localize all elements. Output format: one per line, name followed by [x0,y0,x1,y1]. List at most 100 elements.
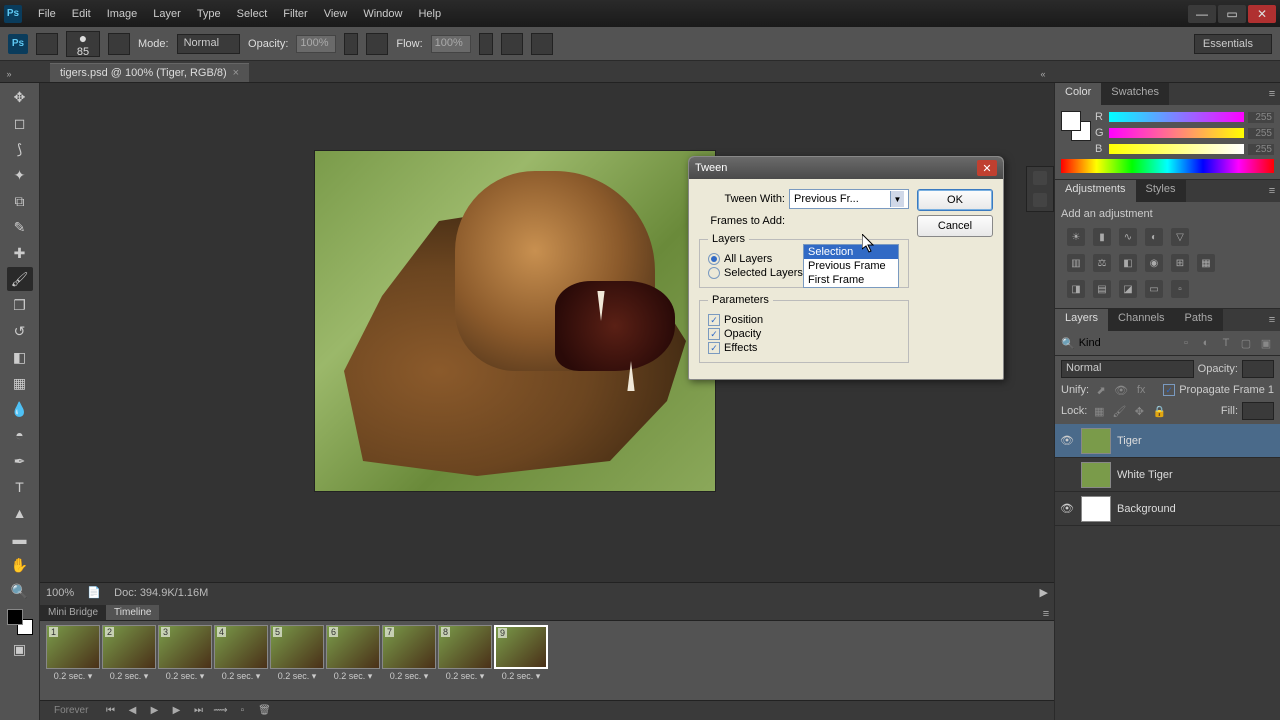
g-slider[interactable] [1109,128,1244,138]
color-panel-swatches[interactable] [1061,111,1091,141]
frame-delay[interactable]: 0.2 sec. ▾ [390,671,429,682]
flow-input[interactable]: 100% [431,35,471,53]
effects-checkbox[interactable]: ✓ [708,342,720,354]
dodge-tool[interactable]: ◓ [7,423,33,447]
menu-view[interactable]: View [316,4,356,24]
zoom-tool[interactable]: 🔍 [7,579,33,603]
foreground-color-swatch[interactable] [7,609,23,625]
collapse-right-icon[interactable]: « [1038,66,1048,82]
path-select-tool[interactable]: ▲ [7,501,33,525]
layer-opacity-input[interactable] [1242,360,1274,378]
play-button[interactable]: ▶ [146,704,162,718]
minibridge-tab[interactable]: Mini Bridge [40,605,106,620]
swatches-tab[interactable]: Swatches [1101,83,1169,105]
document-canvas[interactable] [315,151,715,491]
lock-pos-icon[interactable]: ✥ [1131,403,1147,419]
invert-icon[interactable]: ◨ [1067,280,1085,298]
levels-icon[interactable]: ▮ [1093,228,1111,246]
styles-tab[interactable]: Styles [1136,180,1186,202]
all-layers-radio[interactable] [708,253,720,265]
r-slider[interactable] [1109,112,1244,122]
unify-position-icon[interactable]: ⬈ [1093,382,1109,398]
layer-item[interactable]: 👁 Tiger [1055,424,1280,458]
blend-mode-select[interactable]: Normal [177,34,240,54]
crop-tool[interactable]: ⧉ [7,189,33,213]
properties-panel-icon[interactable] [1033,193,1047,207]
chevron-down-icon[interactable]: ▼ [890,191,904,207]
dialog-close-button[interactable]: ✕ [977,160,997,176]
menu-type[interactable]: Type [189,4,229,24]
filter-kind-select[interactable]: Kind [1079,337,1174,349]
frame-delay[interactable]: 0.2 sec. ▾ [446,671,485,682]
frame-delay[interactable]: 0.2 sec. ▾ [334,671,373,682]
frame-delay[interactable]: 0.2 sec. ▾ [278,671,317,682]
healing-tool[interactable]: ✚ [7,241,33,265]
airbrush-toggle[interactable] [501,33,523,55]
move-tool[interactable]: ✥ [7,85,33,109]
prev-frame-button[interactable]: ◀ [124,704,140,718]
photo-filter-icon[interactable]: ◉ [1145,254,1163,272]
fill-input[interactable] [1242,402,1274,420]
layer-thumbnail[interactable] [1081,462,1111,488]
timeline-frame[interactable]: 40.2 sec. ▾ [214,625,268,682]
opacity-checkbox[interactable]: ✓ [708,328,720,340]
opacity-dropdown[interactable] [344,33,358,55]
layer-item[interactable]: 👁 Background [1055,492,1280,526]
blend-mode-select[interactable]: Normal [1061,360,1194,378]
bw-icon[interactable]: ◧ [1119,254,1137,272]
shape-tool[interactable]: ▬ [7,527,33,551]
layer-item[interactable]: White Tiger [1055,458,1280,492]
visibility-toggle[interactable] [1059,467,1075,483]
layers-tab[interactable]: Layers [1055,309,1108,331]
chmix-icon[interactable]: ⊞ [1171,254,1189,272]
timeline-frame[interactable]: 50.2 sec. ▾ [270,625,324,682]
status-arrow-icon[interactable]: ▶ [1040,586,1048,599]
color-tab[interactable]: Color [1055,83,1101,105]
layer-thumbnail[interactable] [1081,496,1111,522]
timeline-panel-menu[interactable]: ≡ [1038,608,1054,620]
workspace-selector[interactable]: Essentials [1194,34,1272,54]
document-tab-close[interactable]: × [233,67,239,79]
tool-preset-button[interactable] [36,33,58,55]
stamp-tool[interactable]: ❐ [7,293,33,317]
timeline-frame[interactable]: 90.2 sec. ▾ [494,625,548,682]
curves-icon[interactable]: ∿ [1119,228,1137,246]
flow-dropdown[interactable] [479,33,493,55]
exposure-icon[interactable]: ◐ [1145,228,1163,246]
timeline-frame[interactable]: 30.2 sec. ▾ [158,625,212,682]
lock-trans-icon[interactable]: ▦ [1091,403,1107,419]
delete-frame-button[interactable]: 🗑 [256,704,272,718]
timeline-frame[interactable]: 10.2 sec. ▾ [46,625,100,682]
timeline-frame[interactable]: 80.2 sec. ▾ [438,625,492,682]
visibility-toggle[interactable]: 👁 [1059,433,1075,449]
tween-button[interactable]: ⟿ [212,704,228,718]
last-frame-button[interactable]: ⏭ [190,704,206,718]
dropdown-option[interactable]: First Frame [804,273,898,287]
layers-panel-menu[interactable]: ≡ [1264,309,1280,331]
wand-tool[interactable]: ✦ [7,163,33,187]
filter-type-icon[interactable]: T [1218,335,1234,351]
ok-button[interactable]: OK [917,189,993,211]
blur-tool[interactable]: 💧 [7,397,33,421]
position-checkbox[interactable]: ✓ [708,314,720,326]
history-brush-tool[interactable]: ↺ [7,319,33,343]
close-button[interactable]: ✕ [1248,5,1276,23]
maximize-button[interactable]: ▭ [1218,5,1246,23]
hue-ramp[interactable] [1061,159,1274,173]
lookup-icon[interactable]: ▦ [1197,254,1215,272]
lock-pixels-icon[interactable]: 🖌 [1111,403,1127,419]
quickmask-toggle[interactable]: ▣ [7,637,33,661]
gradient-tool[interactable]: ▦ [7,371,33,395]
propagate-checkbox[interactable]: ✓ [1163,384,1175,396]
opacity-input[interactable]: 100% [296,35,336,53]
colbal-icon[interactable]: ⚖ [1093,254,1111,272]
dropdown-option[interactable]: Selection [804,245,898,259]
menu-layer[interactable]: Layer [145,4,189,24]
timeline-frame[interactable]: 20.2 sec. ▾ [102,625,156,682]
selected-layers-radio[interactable] [708,267,720,279]
paths-tab[interactable]: Paths [1175,309,1223,331]
cancel-button[interactable]: Cancel [917,215,993,237]
brightness-icon[interactable]: ☀ [1067,228,1085,246]
timeline-frame[interactable]: 60.2 sec. ▾ [326,625,380,682]
pressure-size-toggle[interactable] [531,33,553,55]
